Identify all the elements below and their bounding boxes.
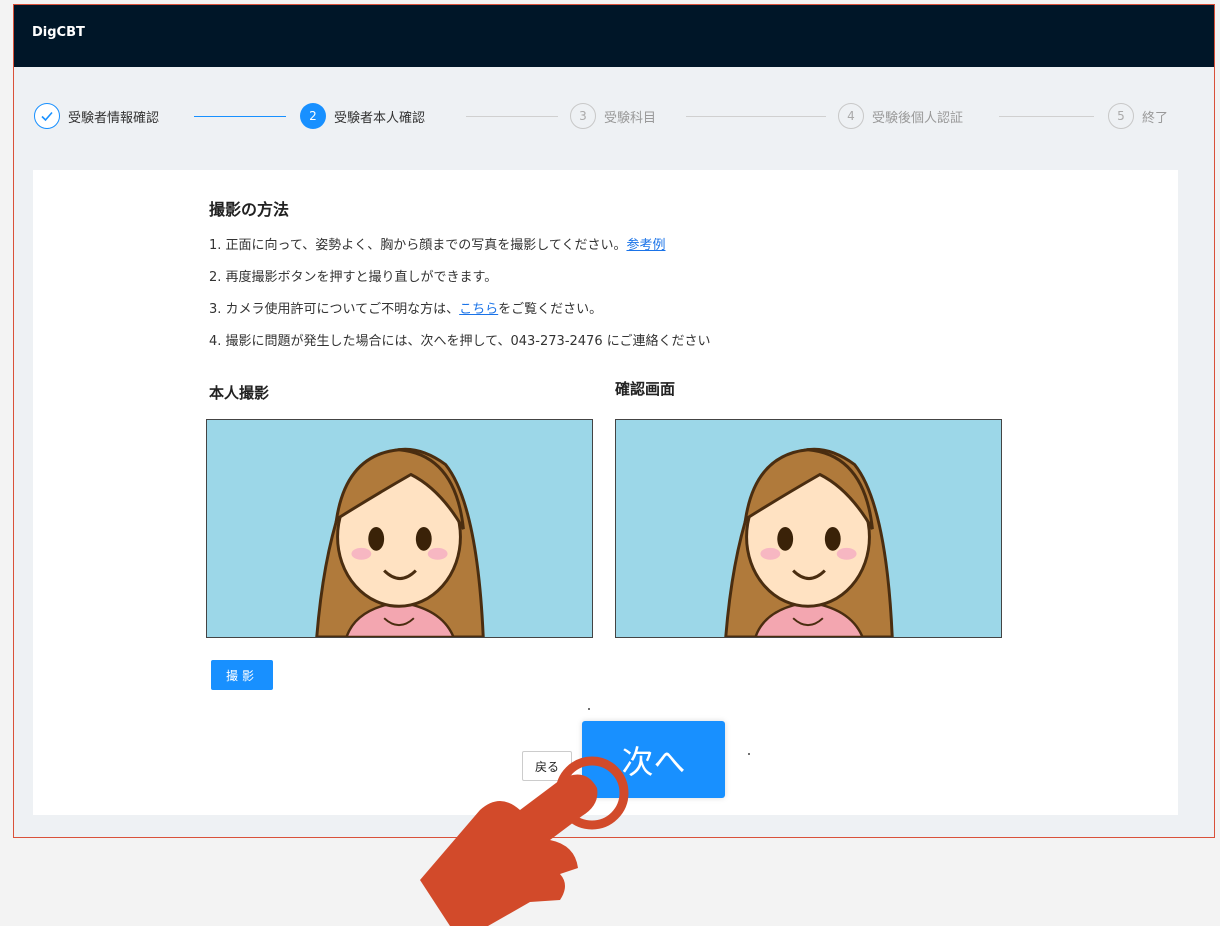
step-connector <box>194 116 286 117</box>
preview-title: 確認画面 <box>615 380 676 398</box>
step-5: 5 終了 <box>1108 103 1168 129</box>
step-connector <box>466 116 558 117</box>
instruction-text: 4. 撮影に問題が発生した場合には、次へを押して、043-273-2476 にご… <box>209 334 711 349</box>
camera-feed <box>206 419 593 638</box>
camera-help-link[interactable]: こちら <box>459 302 498 317</box>
step-label: 受験後個人認証 <box>872 110 964 126</box>
brand-logo: DigCBT <box>32 25 85 40</box>
step-1: 受験者情報確認 <box>34 103 159 129</box>
instruction-text: 1. 正面に向って、姿勢よく、胸から顔までの写真を撮影してください。 <box>209 238 627 253</box>
howto-title: 撮影の方法 <box>209 200 290 219</box>
check-icon <box>34 103 60 129</box>
step-number: 2 <box>300 103 326 129</box>
instruction-1: 1. 正面に向って、姿勢よく、胸から顔までの写真を撮影してください。参考例 <box>209 234 665 253</box>
instruction-text: 3. カメラ使用許可についてご不明な方は、 <box>209 302 460 317</box>
progress-stepper: 受験者情報確認 2 受験者本人確認 3 受験科目 4 受験後個人認証 5 終了 <box>14 67 1214 171</box>
top-bar: DigCBT <box>14 5 1214 67</box>
capture-title: 本人撮影 <box>209 384 270 402</box>
step-number: 4 <box>838 103 864 129</box>
instruction-3: 3. カメラ使用許可についてご不明な方は、こちらをご覧ください。 <box>209 298 602 317</box>
decorative-dot <box>748 753 750 755</box>
instruction-text: をご覧ください。 <box>498 302 603 317</box>
step-label: 終了 <box>1142 110 1169 126</box>
instruction-4: 4. 撮影に問題が発生した場合には、次へを押して、043-273-2476 にご… <box>209 330 710 349</box>
step-label: 受験者情報確認 <box>68 110 160 126</box>
step-4: 4 受験後個人認証 <box>838 103 963 129</box>
step-connector <box>686 116 826 117</box>
confirmation-preview <box>615 419 1002 638</box>
capture-button[interactable]: 撮影 <box>211 660 273 690</box>
person-illustration <box>616 420 1001 637</box>
reference-example-link[interactable]: 参考例 <box>626 238 665 253</box>
step-label: 受験者本人確認 <box>334 110 426 126</box>
app-window: DigCBT 受験者情報確認 2 受験者本人確認 3 受験科目 4 受験後個人認… <box>13 4 1215 838</box>
step-number: 3 <box>570 103 596 129</box>
content-panel: 撮影の方法 1. 正面に向って、姿勢よく、胸から顔までの写真を撮影してください。… <box>33 170 1178 815</box>
instruction-text: 2. 再度撮影ボタンを押すと撮り直しができます。 <box>209 270 498 285</box>
step-number: 5 <box>1108 103 1134 129</box>
pointing-hand-icon <box>420 756 629 926</box>
person-illustration <box>207 420 592 637</box>
step-2: 2 受験者本人確認 <box>300 103 425 129</box>
step-connector <box>999 116 1094 117</box>
step-3: 3 受験科目 <box>570 103 656 129</box>
instruction-2: 2. 再度撮影ボタンを押すと撮り直しができます。 <box>209 266 497 285</box>
decorative-dot <box>588 708 590 710</box>
step-label: 受験科目 <box>604 110 657 126</box>
